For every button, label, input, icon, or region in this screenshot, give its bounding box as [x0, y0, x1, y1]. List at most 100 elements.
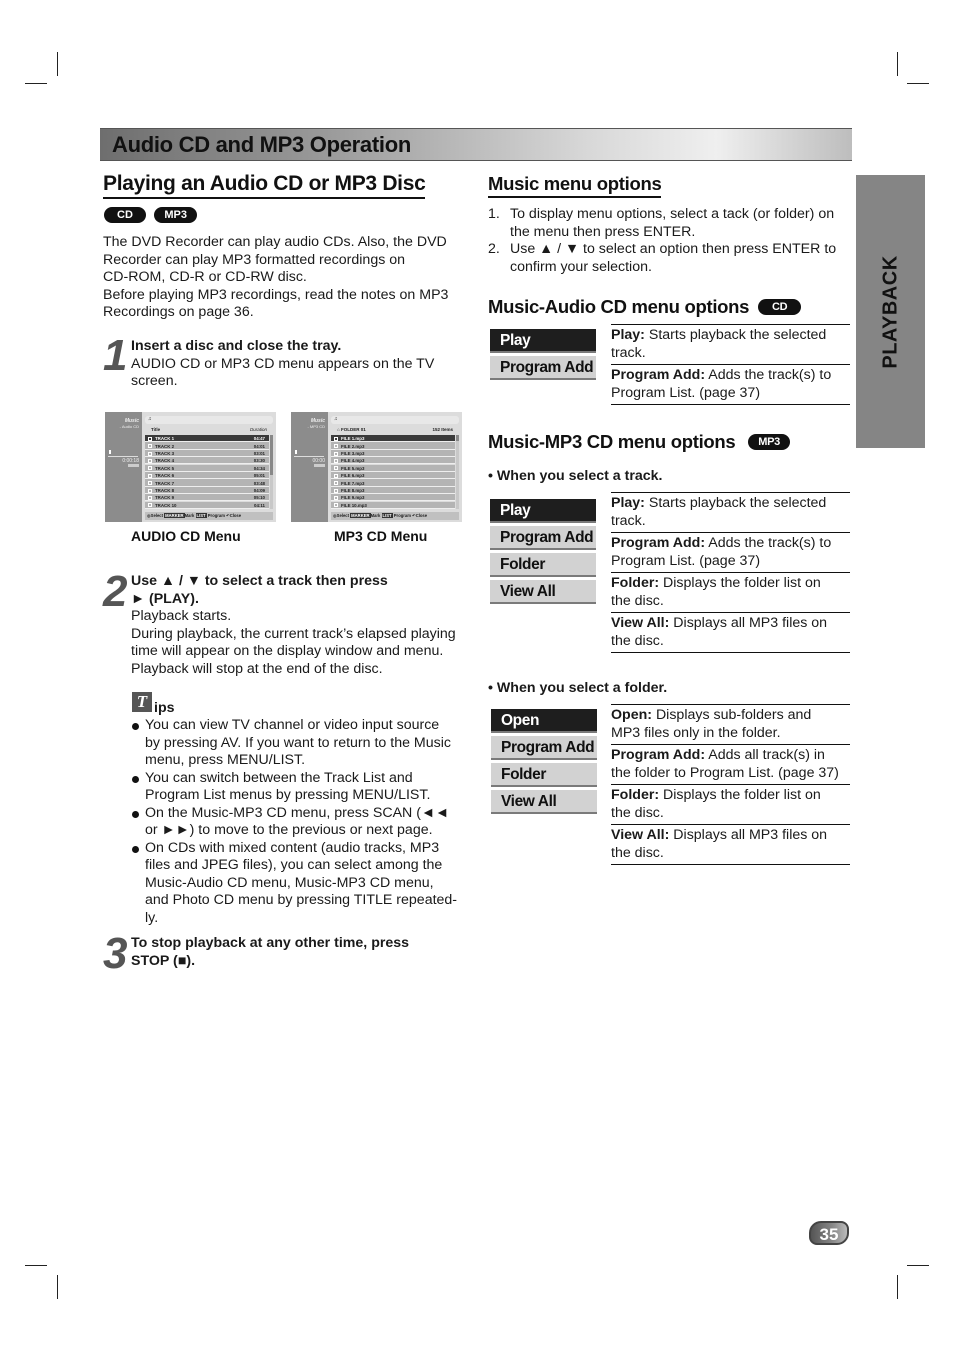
- list-row[interactable]: TRACK 6 05:01: [145, 471, 269, 480]
- screen-footer: ◎Select MARKERMark LIST Program ↶Close: [331, 512, 459, 520]
- text-line: Adds all track(s) in: [708, 747, 825, 763]
- list-row[interactable]: TRACK 8 04:09: [145, 486, 269, 495]
- list-row[interactable]: TRACK 10 04:11: [145, 501, 269, 509]
- row-name: TRACK 4: [155, 458, 175, 464]
- row-name: TRACK 5: [155, 465, 175, 471]
- crop-mark: [897, 52, 898, 76]
- list-row[interactable]: TRACK 2 04:01: [145, 442, 269, 450]
- row-duration: 04:11: [254, 502, 265, 508]
- text-line: ly.: [145, 909, 159, 926]
- description-item: View All: Displays all MP3 files on the …: [611, 612, 850, 652]
- list-row[interactable]: FILE 6.mp3: [331, 471, 455, 480]
- mp3-cd-options-title: Music-MP3 CD menu options: [488, 431, 736, 452]
- list-row[interactable]: FILE 5.mp3: [331, 464, 455, 472]
- column-header: Title Duration: [145, 426, 273, 434]
- list-row[interactable]: FILE 8.mp3: [331, 486, 455, 495]
- text-line: by pressing AV. If you want to return to…: [145, 734, 451, 751]
- step-number-1: 1: [103, 331, 128, 380]
- row-name: FILE 7.mp3: [341, 480, 365, 486]
- checkbox-icon: [334, 444, 338, 449]
- scrollbar-thumb[interactable]: [270, 435, 273, 475]
- list-row[interactable]: TRACK 3 03:01: [145, 449, 269, 458]
- checkbox-icon: [334, 481, 338, 486]
- menu-item-folder[interactable]: Folder: [490, 553, 596, 577]
- list-row[interactable]: TRACK 4 03:30: [145, 457, 269, 465]
- text-line: and Photo CD menu by pressing TITLE repe…: [145, 892, 458, 908]
- description-item: View All: Displays all MP3 files on the …: [611, 824, 850, 864]
- list-row[interactable]: FILE 9.mp3: [331, 494, 455, 502]
- list-row[interactable]: FILE 7.mp3: [331, 479, 455, 487]
- badge-mp3: MP3: [748, 434, 790, 450]
- crop-mark: [907, 83, 929, 84]
- badge-cd: CD: [758, 299, 802, 315]
- screen-panel: ♫ ⌂ FOLDER 01 152 Items FILE 1.mp3 FILE 2…: [331, 416, 459, 520]
- mp3-cd-options-heading: Music-MP3 CD menu options MP3: [488, 431, 790, 453]
- description-term: Folder:: [611, 575, 660, 591]
- mp3-folder-option-descriptions: Open: Displays sub-folders and MP3 files…: [611, 704, 850, 865]
- mp3-cd-menu-screen: Music - MP3 CD 00:00 ♫ ⌂ FOLDER 01 152 I…: [291, 412, 462, 522]
- screen-sidebar: Music - Audio CD 0:00:18: [105, 412, 142, 522]
- column-duration: Duration: [249, 427, 267, 432]
- checkbox-icon: [148, 444, 152, 449]
- list-row[interactable]: FILE 3.mp3: [331, 449, 455, 458]
- footer-list-key: LIST: [195, 513, 207, 518]
- text-line: Recordings on page 36.: [103, 304, 254, 320]
- footer-program: Program: [207, 513, 225, 518]
- row-duration: 04:34: [253, 465, 265, 471]
- description-term: Open:: [611, 707, 652, 723]
- divider: [611, 864, 850, 865]
- scrollbar[interactable]: [270, 435, 273, 509]
- list-row[interactable]: TRACK 7 03:48: [145, 479, 269, 487]
- scrollbar[interactable]: [456, 435, 459, 509]
- text-line: Recorder can play MP3 formatted recordin…: [103, 251, 406, 268]
- list-row[interactable]: TRACK 5 04:34: [145, 464, 269, 472]
- step-2: Use ▲ / ▼ to select a track then press ►…: [131, 573, 471, 678]
- menu-item-program-add[interactable]: Program Add: [491, 736, 597, 760]
- music-note-icon: ♫: [145, 416, 273, 424]
- menu-item-folder[interactable]: Folder: [491, 763, 597, 787]
- text-line: files and JPEG files), you can select am…: [145, 857, 443, 873]
- list-row[interactable]: TRACK 9 05:10: [145, 494, 269, 502]
- list-row[interactable]: TRACK 1 04:47: [145, 435, 269, 443]
- menu-item-program-add[interactable]: Program Add: [490, 526, 596, 550]
- text-line: On CDs with mixed content (audio tracks,…: [145, 839, 440, 856]
- progress-bar: [294, 456, 324, 457]
- list-row[interactable]: FILE 10.mp3: [331, 501, 455, 509]
- menu-item-view-all[interactable]: View All: [491, 790, 597, 814]
- step-2-heading: ► (PLAY).: [131, 590, 199, 607]
- footer-mark: Mark: [370, 513, 381, 518]
- step-3-heading: To stop playback at any other time, pres…: [131, 935, 410, 951]
- list-row[interactable]: FILE 2.mp3: [331, 442, 455, 450]
- text-line: track.: [611, 512, 646, 529]
- text-line: Displays all MP3 files on: [673, 615, 828, 631]
- menu-item-open[interactable]: Open: [491, 709, 597, 733]
- row-name: FILE 1.mp3: [341, 436, 365, 442]
- folder-name: ⌂ FOLDER 01: [337, 427, 366, 432]
- tip-item: On the Music-MP3 CD menu, press SCAN (◄◄…: [131, 805, 476, 840]
- checkbox-icon: [148, 466, 152, 471]
- menu-item-program-add[interactable]: Program Add: [490, 356, 596, 380]
- text-line: Playback starts.: [131, 608, 232, 624]
- page-number: 35: [809, 1221, 849, 1245]
- folder-name-text: FOLDER 01: [340, 427, 366, 432]
- description-term: Program Add:: [611, 535, 706, 551]
- text-line: Displays sub-folders and: [655, 707, 812, 723]
- menu-item-play[interactable]: Play: [490, 329, 596, 353]
- description-item: Program Add: Adds the track(s) to Progra…: [611, 532, 850, 572]
- description-term: Play:: [611, 327, 645, 343]
- tip-item: On CDs with mixed content (audio tracks,…: [131, 840, 476, 928]
- scrollbar-thumb[interactable]: [456, 435, 459, 441]
- row-name: TRACK 1: [155, 436, 175, 442]
- menu-item-view-all[interactable]: View All: [490, 580, 596, 604]
- badge-cd: CD: [104, 207, 146, 223]
- section-title: Audio CD and MP3 Operation: [112, 132, 411, 157]
- text-line: On the Music-MP3 CD menu, press SCAN (◄◄: [145, 804, 450, 821]
- list-row[interactable]: FILE 4.mp3: [331, 457, 455, 465]
- audio-cd-menu-caption: AUDIO CD Menu: [131, 528, 241, 544]
- crop-mark: [907, 1265, 929, 1266]
- mp3-cd-menu-caption: MP3 CD Menu: [334, 528, 428, 544]
- step-1: Insert a disc and close the tray. AUDIO …: [131, 338, 471, 391]
- row-name: TRACK 3: [155, 450, 175, 456]
- list-row[interactable]: FILE 1.mp3: [331, 435, 455, 443]
- menu-item-play[interactable]: Play: [490, 499, 596, 523]
